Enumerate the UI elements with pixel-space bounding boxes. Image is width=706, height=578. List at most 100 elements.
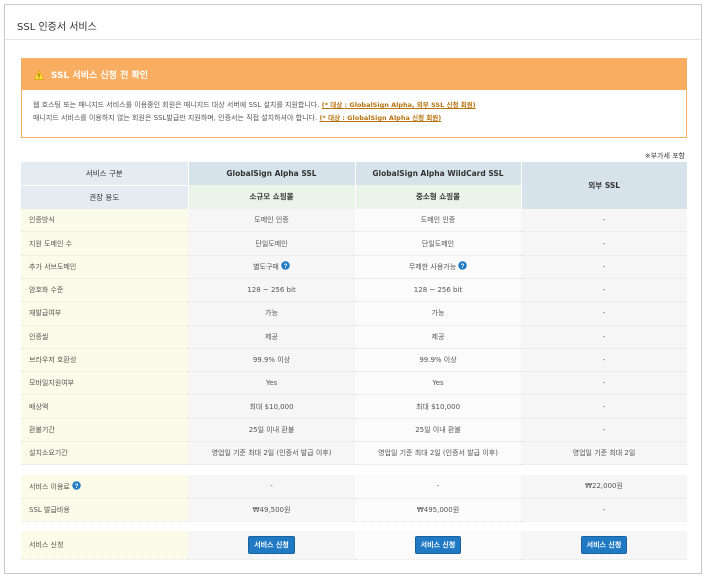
- header-alpha-wildcard-use: 중소형 쇼핑몰: [354, 185, 521, 209]
- cell-external: 서비스 신청: [521, 531, 687, 560]
- cell-external: ₩22,000원: [521, 474, 687, 499]
- table-row: 인증씰 제공 제공 -: [21, 325, 687, 349]
- help-icon[interactable]: ?: [458, 261, 467, 270]
- table-row-fee: 서비스 이용료? - - ₩22,000원: [21, 474, 687, 499]
- notice-line-2-text: 매니지드 서비스를 이용하지 않는 회원은 SSL발급만 지원하며, 인증서는 …: [33, 114, 318, 122]
- table-row: 설치소요기간 영업일 기준 최대 2일 (인증서 발급 이후) 영업일 기준 최…: [21, 441, 687, 466]
- cell-wildcard: 최대 $10,000: [355, 394, 521, 419]
- service-panel: SSL 인증서 서비스 SSL 서비스 신청 전 확인 웹 호스팅 또는 매니지…: [4, 4, 702, 574]
- notice-line-1: 웹 호스팅 또는 매니지드 서비스를 이용중인 회원은 매니지드 대상 서버에 …: [33, 99, 675, 112]
- row-label: 환불기간: [21, 418, 188, 443]
- cell-wildcard-text: 무제한 사용가능: [408, 263, 457, 272]
- cell-alpha: 제공: [188, 325, 355, 349]
- row-label: 인증방식: [21, 208, 188, 233]
- cell-external: -: [521, 371, 687, 396]
- cell-wildcard: 25일 이내 환불: [355, 418, 521, 443]
- cell-external: 영업일 기준 최대 2일: [521, 441, 687, 466]
- cell-wildcard: 128 ~ 256 bit: [355, 278, 521, 303]
- cell-wildcard: 가능: [355, 301, 521, 326]
- row-label: 설치소요기간: [21, 441, 188, 466]
- cell-external: -: [521, 231, 687, 256]
- notice-line-1-link[interactable]: (* 대상 : GlobalSign Alpha, 외부 SSL 신청 회원): [322, 101, 476, 109]
- table-row: 지원 도메인 수 단일도메인 단일도메인 -: [21, 231, 687, 256]
- cell-wildcard: -: [355, 474, 521, 499]
- svg-text:?: ?: [461, 263, 465, 270]
- notice-box: SSL 서비스 신청 전 확인 웹 호스팅 또는 매니지드 서비스를 이용중인 …: [21, 58, 687, 138]
- page-title: SSL 인증서 서비스: [17, 22, 97, 33]
- header-recommended-use: 권장 용도: [21, 184, 188, 209]
- cell-external: -: [521, 394, 687, 419]
- cell-alpha: -: [188, 474, 355, 499]
- help-icon[interactable]: ?: [72, 481, 81, 490]
- cell-alpha: 영업일 기준 최대 2일 (인증서 발급 이후): [188, 441, 355, 466]
- cell-wildcard: ₩495,000원: [355, 498, 521, 522]
- table-row: 재발급여부 가능 가능 -: [21, 301, 687, 326]
- cell-external: -: [521, 418, 687, 443]
- row-label: 인증씰: [21, 325, 188, 349]
- row-label: 서비스 이용료?: [21, 474, 188, 499]
- spacer-cell: [21, 521, 687, 532]
- svg-text:?: ?: [74, 483, 78, 490]
- title-divider: [5, 39, 701, 40]
- table-row: 암호화 수준 128 ~ 256 bit 128 ~ 256 bit -: [21, 278, 687, 303]
- row-label: 재발급여부: [21, 301, 188, 326]
- cell-wildcard: 제공: [355, 325, 521, 349]
- cell-alpha-text: 별도구매: [253, 263, 279, 272]
- apply-alpha-ssl-button[interactable]: 서비스 신청: [248, 536, 295, 555]
- table-row: 브라우저 호환성 99.9% 이상 99.9% 이상 -: [21, 348, 687, 373]
- row-label: 추가 서브도메인: [21, 255, 188, 279]
- cell-alpha: 별도구매?: [188, 255, 355, 279]
- table-row: 환불기간 25일 이내 환불 25일 이내 환불 -: [21, 418, 687, 443]
- cell-wildcard: 영업일 기준 최대 2일 (인증서 발급 이후): [355, 441, 521, 466]
- cell-alpha: ₩49,500원: [188, 498, 355, 522]
- notice-line-2: 매니지드 서비스를 이용하지 않는 회원은 SSL발급만 지원하며, 인증서는 …: [33, 112, 675, 125]
- table-spacer: [21, 464, 687, 475]
- apply-wildcard-ssl-button[interactable]: 서비스 신청: [414, 536, 462, 555]
- cell-wildcard: 도메인 인증: [355, 208, 521, 233]
- row-label: 모바일지원여부: [21, 371, 188, 396]
- row-label: 배상액: [21, 394, 188, 419]
- vat-note: ※부가세 포함: [644, 152, 685, 160]
- svg-text:?: ?: [283, 263, 287, 270]
- cell-alpha: 25일 이내 환불: [188, 418, 355, 443]
- header-alpha-wildcard-ssl: GlobalSign Alpha WildCard SSL: [354, 162, 521, 186]
- service-comparison-table: 서비스 구분 GlobalSign Alpha SSL GlobalSign A…: [21, 162, 687, 560]
- table-row: 추가 서브도메인 별도구매? 무제한 사용가능? -: [21, 255, 687, 279]
- apply-external-ssl-button[interactable]: 서비스 신청: [580, 536, 628, 555]
- cell-external: -: [521, 208, 687, 233]
- table-row-apply: 서비스 신청 서비스 신청 서비스 신청 서비스 신청: [21, 531, 687, 560]
- table-row: 인증방식 도메인 인증 도메인 인증 -: [21, 208, 687, 233]
- cell-wildcard: 99.9% 이상: [355, 348, 521, 373]
- table-row: 모바일지원여부 Yes Yes -: [21, 371, 687, 396]
- row-label: 암호화 수준: [21, 278, 188, 303]
- table-row-issue: SSL 발급비용 ₩49,500원 ₩495,000원 -: [21, 498, 687, 522]
- cell-wildcard: 서비스 신청: [355, 531, 521, 560]
- row-label: 지원 도메인 수: [21, 231, 188, 256]
- cell-alpha: 가능: [188, 301, 355, 326]
- notice-line-2-link[interactable]: (* 대상 : GlobalSign Alpha 신청 회원): [319, 114, 441, 122]
- cell-wildcard: 무제한 사용가능?: [355, 255, 521, 279]
- notice-body: 웹 호스팅 또는 매니지드 서비스를 이용중인 회원은 매니지드 대상 서버에 …: [22, 90, 686, 125]
- spacer-cell: [21, 464, 687, 475]
- cell-alpha: 128 ~ 256 bit: [188, 278, 355, 303]
- table-spacer: [21, 521, 687, 532]
- row-label: SSL 발급비용: [21, 498, 188, 522]
- header-service-type: 서비스 구분: [21, 162, 188, 186]
- cell-external: -: [521, 498, 687, 522]
- cell-wildcard: Yes: [355, 371, 521, 396]
- row-label: 서비스 신청: [21, 531, 188, 560]
- cell-alpha: 최대 $10,000: [188, 394, 355, 419]
- header-external-ssl: 외부 SSL: [520, 162, 687, 209]
- cell-external: -: [521, 255, 687, 279]
- cell-wildcard: 단일도메인: [355, 231, 521, 256]
- cell-external: -: [521, 348, 687, 373]
- help-icon[interactable]: ?: [281, 261, 290, 270]
- cell-alpha: 99.9% 이상: [188, 348, 355, 373]
- row-label: 브라우저 호환성: [21, 348, 188, 373]
- cell-external: -: [521, 278, 687, 303]
- cell-alpha: Yes: [188, 371, 355, 396]
- cell-external: -: [521, 301, 687, 326]
- header-alpha-ssl: GlobalSign Alpha SSL: [187, 162, 355, 186]
- cell-alpha: 단일도메인: [188, 231, 355, 256]
- notice-line-1-text: 웹 호스팅 또는 매니지드 서비스를 이용중인 회원은 매니지드 대상 서버에 …: [33, 101, 320, 109]
